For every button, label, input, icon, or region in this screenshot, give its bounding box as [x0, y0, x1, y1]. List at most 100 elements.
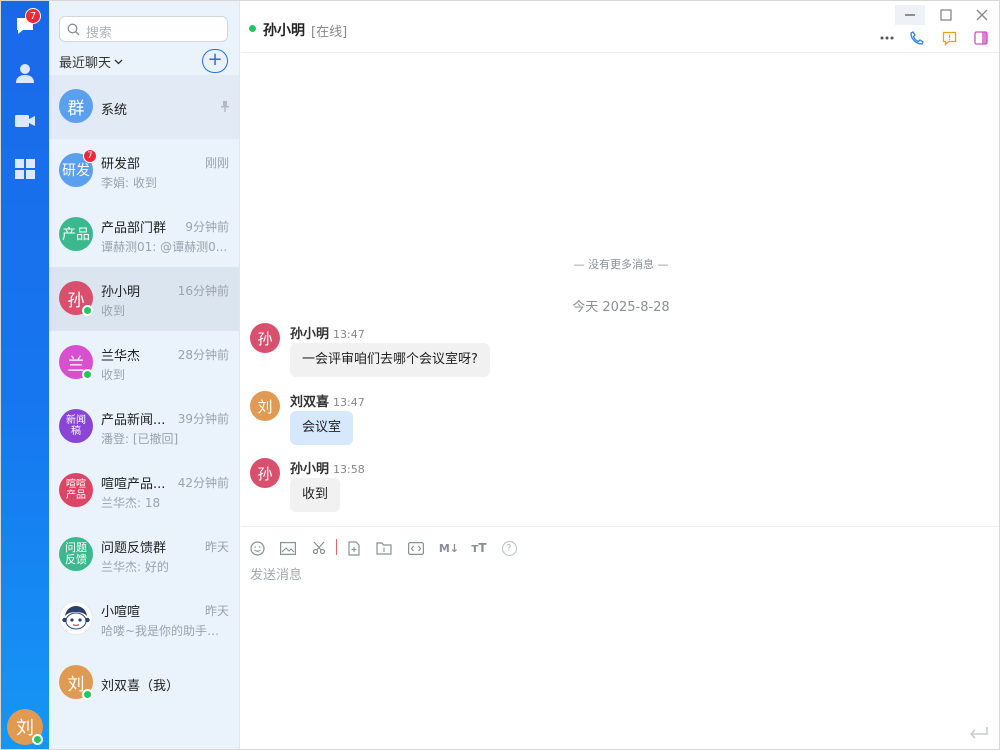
robot-mascot-icon	[59, 601, 93, 635]
maximize-button[interactable]	[931, 5, 961, 25]
recent-chats-dropdown[interactable]: 最近聊天	[59, 52, 123, 71]
online-indicator	[82, 369, 93, 380]
file-icon	[348, 540, 360, 556]
session-item-feedback[interactable]: 问题反馈 问题反馈群 昨天 兰华杰: 好的	[49, 523, 239, 587]
message-bubble[interactable]: 会议室	[290, 411, 354, 445]
minimize-icon	[905, 14, 915, 16]
session-list-panel: 搜索 最近聊天 + 群 系统 研发 7 研发部 刚刚 李娟: 收到 产品 产品部…	[49, 1, 240, 749]
recent-chats-label: 最近聊天	[59, 56, 112, 71]
scissors-icon	[312, 541, 326, 555]
session-item-system[interactable]: 群 系统	[49, 75, 239, 139]
sidebar-icon	[974, 31, 988, 45]
session-time: 16分钟前	[177, 284, 229, 298]
message-avatar[interactable]: 孙	[250, 323, 280, 353]
code-button[interactable]	[407, 539, 425, 557]
message-avatar[interactable]: 孙	[250, 458, 280, 488]
session-item-xuanxuan-product[interactable]: 喧喧产品 喧喧产品... 42分钟前 兰华杰: 18	[49, 459, 239, 523]
message-sender: 孙小明 13:47	[290, 327, 365, 342]
session-item-me[interactable]: 刘 刘双喜（我）	[49, 651, 239, 715]
unread-badge: 7	[83, 149, 97, 163]
folder-button[interactable]	[375, 539, 393, 557]
pin-icon	[221, 101, 229, 112]
sidebar-toggle-button[interactable]	[972, 29, 990, 47]
add-chat-button[interactable]: +	[202, 49, 228, 73]
message-input[interactable]: 发送消息	[250, 564, 302, 583]
session-avatar: 产品	[59, 217, 93, 251]
file-button[interactable]	[345, 539, 363, 557]
session-avatar: 问题反馈	[59, 537, 93, 571]
session-item-rd[interactable]: 研发 7 研发部 刚刚 李娟: 收到	[49, 139, 239, 203]
call-button[interactable]	[908, 29, 926, 47]
session-item-xiaoxuanxuan[interactable]: 小喧喧 昨天 哈喽~我是你的助手小...	[49, 587, 239, 651]
session-time: 9分钟前	[185, 220, 229, 234]
session-avatar: 喧喧产品	[59, 473, 93, 507]
session-item-lanhuajie[interactable]: 兰 兰华杰 28分钟前 收到	[49, 331, 239, 395]
chat-header: 孙小明 [在线]	[241, 1, 999, 53]
toolbar-separator	[336, 539, 337, 555]
message-bubble[interactable]: 收到	[290, 478, 341, 512]
session-name: 孙小明	[101, 285, 141, 300]
online-indicator	[82, 689, 93, 700]
message-time: 13:47	[333, 396, 365, 409]
code-icon	[408, 541, 424, 555]
contacts-nav-button[interactable]	[11, 59, 39, 87]
message-time: 13:58	[333, 463, 365, 476]
folder-icon	[376, 541, 392, 555]
apps-nav-button[interactable]	[11, 155, 39, 183]
session-name: 刘双喜（我）	[101, 679, 180, 694]
image-icon	[280, 541, 296, 555]
help-button[interactable]: ?	[500, 539, 518, 557]
my-online-indicator	[32, 734, 43, 745]
nav-rail: 7 刘	[1, 1, 49, 749]
session-avatar: 新闻稿	[59, 409, 93, 443]
assistant-avatar	[59, 601, 93, 635]
help-icon: ?	[501, 540, 517, 556]
session-item-product[interactable]: 产品 产品部门群 9分钟前 谭赫测01: @谭赫测0...	[49, 203, 239, 267]
session-name: 小喧喧	[101, 605, 141, 620]
message-avatar[interactable]: 刘	[250, 391, 280, 421]
no-more-messages: — 没有更多消息 —	[573, 258, 669, 271]
chat-title[interactable]: 孙小明	[263, 20, 305, 40]
session-preview: 兰华杰: 好的	[101, 560, 169, 574]
chat-online-status: [在线]	[311, 25, 348, 40]
search-input[interactable]: 搜索	[59, 16, 228, 42]
more-button[interactable]	[878, 29, 896, 47]
markdown-button[interactable]: M↓	[438, 539, 460, 557]
search-icon	[67, 23, 80, 36]
video-nav-button[interactable]	[11, 107, 39, 135]
date-divider: 今天 2025-8-28	[572, 300, 670, 315]
screenshot-button[interactable]	[310, 539, 328, 557]
session-name: 产品部门群	[101, 221, 167, 236]
chat-panel: 孙小明 [在线] — 没有更多消息 — 今天 2025-8-28 孙 孙小明 1…	[241, 1, 999, 749]
chevron-down-icon	[114, 59, 123, 64]
session-item-product-news[interactable]: 新闻稿 产品新闻... 39分钟前 潘登: [已撤回]	[49, 395, 239, 459]
minimize-button[interactable]	[895, 5, 925, 25]
session-preview: 收到	[101, 304, 126, 318]
message-bubble[interactable]: 一会评审咱们去哪个会议室呀?	[290, 343, 490, 377]
chat-app: 7 刘 搜索 最近聊天 + 群 系统 研发 7 研发部 刚刚 李娟: 收到 产品…	[0, 0, 1000, 750]
maximize-icon	[940, 9, 952, 21]
message-sender: 孙小明 13:58	[290, 462, 365, 477]
session-time: 42分钟前	[177, 476, 229, 490]
grid-icon	[15, 159, 35, 179]
session-avatar: 群	[59, 89, 93, 123]
session-name: 兰华杰	[101, 349, 141, 364]
session-item-sunxiaoming[interactable]: 孙 孙小明 16分钟前 收到	[49, 267, 239, 331]
image-button[interactable]	[279, 539, 297, 557]
session-name: 系统	[101, 103, 128, 118]
session-preview: 谭赫测01: @谭赫测0...	[101, 240, 228, 254]
online-status-dot	[249, 25, 256, 32]
search-placeholder: 搜索	[86, 26, 113, 41]
text-format-button[interactable]: ᴛT	[470, 539, 488, 557]
close-button[interactable]	[967, 5, 997, 25]
session-name: 研发部	[101, 157, 141, 172]
comment-alert-icon	[942, 31, 956, 46]
session-preview: 收到	[101, 368, 126, 382]
emoji-icon	[249, 540, 265, 556]
send-enter-icon[interactable]	[967, 725, 989, 741]
emoji-button[interactable]	[248, 539, 266, 557]
session-preview: 潘登: [已撤回]	[101, 432, 179, 446]
session-time: 刚刚	[204, 156, 229, 170]
session-time: 昨天	[204, 540, 229, 554]
reminder-button[interactable]	[940, 29, 958, 47]
